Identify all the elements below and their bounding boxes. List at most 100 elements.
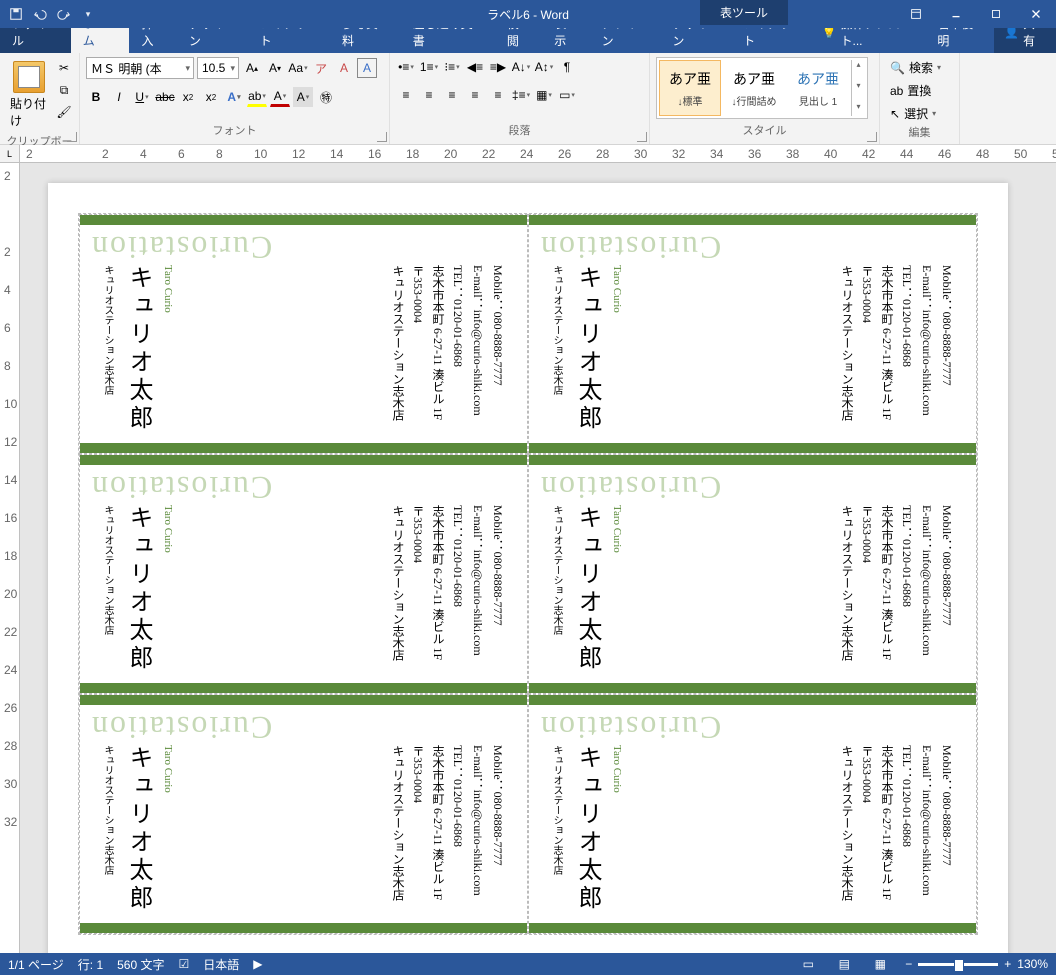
highlight-icon[interactable]: ab xyxy=(247,87,267,107)
card-addr-header: キュリオステーション志木店 xyxy=(839,745,856,913)
minimize-icon[interactable] xyxy=(936,0,976,28)
format-painter-icon[interactable]: 🖌 xyxy=(55,103,73,121)
window-title: ラベル6 - Word xyxy=(487,6,569,23)
zoom-in-icon[interactable]: + xyxy=(1004,957,1011,971)
group-label-styles: スタイル xyxy=(656,122,873,140)
maximize-icon[interactable] xyxy=(976,0,1016,28)
tab-selector[interactable]: L xyxy=(0,145,20,162)
distribute-icon[interactable]: ≡ xyxy=(488,85,508,105)
page: Curiostation キュリオステーション志木店 キュリオ太郎 Taro C… xyxy=(48,183,1008,953)
indent-icon[interactable]: ≡▶ xyxy=(488,57,508,77)
font-name-combo[interactable]: ＭＳ 明朝 (本 xyxy=(86,57,194,79)
card-mobile: Mobile：080-8888-7777 xyxy=(490,265,507,433)
enclose-char-icon[interactable]: ㊕ xyxy=(316,87,336,107)
font-color-icon[interactable]: A xyxy=(270,87,290,107)
horizontal-ruler[interactable]: L 22468101214161820222426283032343638404… xyxy=(0,145,1056,163)
char-border-icon[interactable]: A xyxy=(357,58,377,78)
numbering-icon[interactable]: 1≡ xyxy=(419,57,439,77)
card-postal: 〒353-0004 xyxy=(859,265,876,433)
close-icon[interactable] xyxy=(1016,0,1056,28)
card-roman: Taro Curio xyxy=(162,505,174,673)
style-nospacing[interactable]: あア亜 ↓行間詰め xyxy=(723,60,785,116)
shading-icon[interactable]: ▦ xyxy=(534,85,554,105)
business-card: Curiostation キュリオステーション志木店 キュリオ太郎 Taro C… xyxy=(79,454,528,694)
dialog-launcher-icon[interactable] xyxy=(637,132,647,142)
document-canvas[interactable]: Curiostation キュリオステーション志木店 キュリオ太郎 Taro C… xyxy=(20,163,1056,953)
phonetic-guide-icon[interactable]: ア xyxy=(311,58,331,78)
change-case-icon[interactable]: Aa xyxy=(288,58,308,78)
proofing-icon[interactable]: ☑ xyxy=(178,957,189,971)
save-icon[interactable] xyxy=(8,6,24,22)
replace-button[interactable]: ab置換 xyxy=(886,80,935,101)
grow-font-icon[interactable]: A▴ xyxy=(242,58,262,78)
macro-icon[interactable]: ▶ xyxy=(253,957,262,971)
watermark-text: Curiostation xyxy=(539,229,721,266)
group-label-paragraph: 段落 xyxy=(396,122,643,140)
showmarks-icon[interactable]: ¶ xyxy=(557,57,577,77)
read-mode-icon[interactable]: ▭ xyxy=(797,955,819,973)
underline-button[interactable]: U xyxy=(132,87,152,107)
zoom-slider[interactable] xyxy=(918,963,998,966)
watermark-text: Curiostation xyxy=(90,709,272,746)
italic-button[interactable]: I xyxy=(109,87,129,107)
style-normal[interactable]: あア亜 ↓標準 xyxy=(659,60,721,116)
dialog-launcher-icon[interactable] xyxy=(867,132,877,142)
line-spacing-icon[interactable]: ‡≡ xyxy=(511,85,531,105)
sort-icon[interactable]: A↕ xyxy=(534,57,554,77)
style-heading1[interactable]: あア亜 見出し 1 xyxy=(787,60,849,116)
card-email: E-mail：info@curio-shiki.com xyxy=(470,505,487,673)
font-size-combo[interactable]: 10.5 xyxy=(197,57,239,79)
web-layout-icon[interactable]: ▦ xyxy=(869,955,891,973)
align-left-icon[interactable]: ≡ xyxy=(396,85,416,105)
card-address: 志木市本町 6-27-11 湊ビル 1F xyxy=(879,265,896,433)
multilevel-icon[interactable]: ⁝≡ xyxy=(442,57,462,77)
select-button[interactable]: ↖選択▾ xyxy=(886,103,940,124)
outdent-icon[interactable]: ◀≡ xyxy=(465,57,485,77)
card-company: キュリオステーション志木店 xyxy=(100,265,115,433)
ltr-icon[interactable]: A↓ xyxy=(511,57,531,77)
shrink-font-icon[interactable]: A▾ xyxy=(265,58,285,78)
find-button[interactable]: 🔍検索▾ xyxy=(886,57,945,78)
watermark-text: Curiostation xyxy=(90,469,272,506)
style-gallery[interactable]: あア亜 ↓標準 あア亜 ↓行間詰め あア亜 見出し 1 ▴▾▾ xyxy=(656,57,868,119)
undo-icon[interactable] xyxy=(32,6,48,22)
status-language[interactable]: 日本語 xyxy=(203,956,239,973)
justify-icon[interactable]: ≡ xyxy=(465,85,485,105)
ribbon-options-icon[interactable] xyxy=(896,0,936,28)
dialog-launcher-icon[interactable] xyxy=(377,132,387,142)
bullets-icon[interactable]: •≡ xyxy=(396,57,416,77)
dialog-launcher-icon[interactable] xyxy=(67,132,77,142)
style-gallery-more[interactable]: ▴▾▾ xyxy=(851,60,865,116)
business-card: Curiostation キュリオステーション志木店 キュリオ太郎 Taro C… xyxy=(528,694,977,934)
subscript-button[interactable]: x2 xyxy=(178,87,198,107)
status-page[interactable]: 1/1 ページ xyxy=(8,956,64,973)
strike-button[interactable]: abc xyxy=(155,87,175,107)
status-words[interactable]: 560 文字 xyxy=(117,956,164,973)
business-card: Curiostation キュリオステーション志木店 キュリオ太郎 Taro C… xyxy=(528,454,977,694)
card-name: キュリオ太郎 xyxy=(570,265,605,433)
superscript-button[interactable]: x2 xyxy=(201,87,221,107)
clear-format-icon[interactable]: A xyxy=(334,58,354,78)
print-layout-icon[interactable]: ▤ xyxy=(833,955,855,973)
vertical-ruler[interactable]: 22468101214161820222426283032 xyxy=(0,163,20,953)
card-tel: TEL：0120-01-6868 xyxy=(450,505,467,673)
align-right-icon[interactable]: ≡ xyxy=(442,85,462,105)
redo-icon[interactable] xyxy=(56,6,72,22)
align-center-icon[interactable]: ≡ xyxy=(419,85,439,105)
borders-icon[interactable]: ▭ xyxy=(557,85,577,105)
paste-button[interactable]: 貼り付け xyxy=(6,57,51,133)
watermark-text: Curiostation xyxy=(539,469,721,506)
cut-icon[interactable]: ✂ xyxy=(55,59,73,77)
card-name: キュリオ太郎 xyxy=(121,505,156,673)
status-line[interactable]: 行: 1 xyxy=(78,956,103,973)
card-addr-header: キュリオステーション志木店 xyxy=(839,265,856,433)
char-shading-icon[interactable]: A xyxy=(293,87,313,107)
card-address: 志木市本町 6-27-11 湊ビル 1F xyxy=(879,505,896,673)
text-effects-icon[interactable]: A xyxy=(224,87,244,107)
bold-button[interactable]: B xyxy=(86,87,106,107)
zoom-out-icon[interactable]: − xyxy=(905,957,912,971)
zoom-level[interactable]: 130% xyxy=(1017,957,1048,971)
qat-dropdown-icon[interactable]: ▾ xyxy=(80,6,96,22)
copy-icon[interactable]: ⧉ xyxy=(55,81,73,99)
card-roman: Taro Curio xyxy=(162,265,174,433)
